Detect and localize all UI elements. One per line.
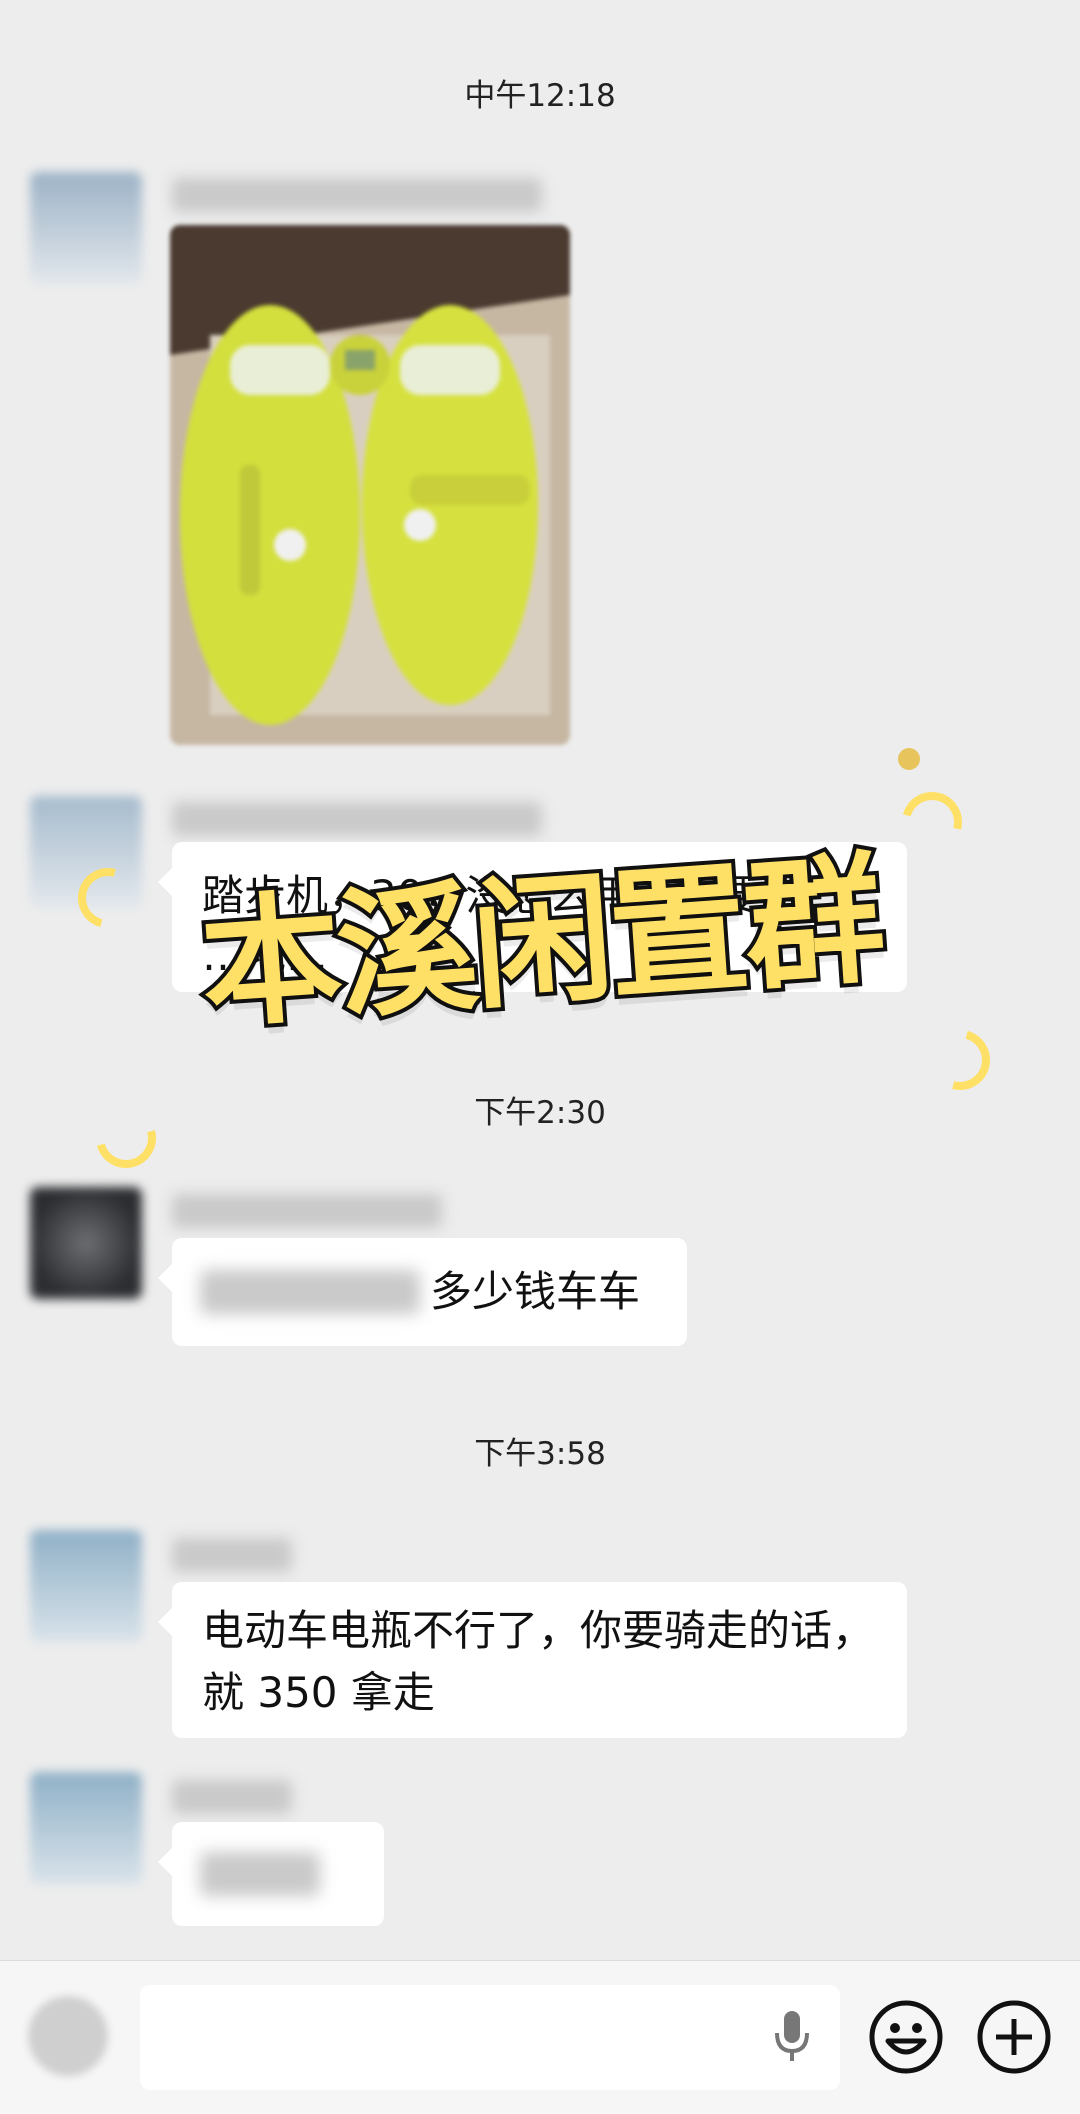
microphone-icon[interactable]: [772, 2009, 812, 2065]
voice-toggle-button[interactable]: [28, 1996, 108, 2076]
sender-name: [172, 1780, 292, 1814]
sender-name: [172, 1194, 442, 1228]
timestamp: 下午3:58: [474, 1436, 606, 1472]
message-text: 多少钱车车: [430, 1267, 641, 1316]
sender-name: [172, 802, 542, 836]
message-bubble[interactable]: [158, 1822, 384, 1926]
avatar[interactable]: [30, 1772, 142, 1884]
mention-tag[interactable]: [200, 1852, 320, 1896]
mention-tag[interactable]: [200, 1270, 420, 1314]
avatar[interactable]: [30, 1187, 142, 1299]
message-input[interactable]: [140, 1985, 840, 2090]
sender-name: [172, 1538, 292, 1572]
avatar[interactable]: [30, 1530, 142, 1642]
chat-input-bar: [0, 1960, 1080, 2114]
avatar[interactable]: [30, 172, 142, 284]
message-text: 电动车电瓶不行了，你要骑走的话，就 350 拿走: [202, 1606, 875, 1717]
message-bubble[interactable]: 电动车电瓶不行了，你要骑走的话，就 350 拿走: [158, 1582, 907, 1738]
stepper-machine-image: [170, 225, 570, 745]
message-bubble[interactable]: 多少钱车车: [158, 1238, 687, 1346]
plus-icon[interactable]: [976, 1999, 1052, 2075]
sender-name: [172, 178, 542, 212]
emoji-icon[interactable]: [868, 1999, 944, 2075]
timestamp: 下午2:30: [474, 1095, 606, 1131]
product-photo[interactable]: [170, 225, 570, 745]
timestamp: 中午12:18: [464, 78, 616, 114]
decoration-dot: [898, 748, 920, 770]
group-name-banner: 本溪闲置群: [192, 834, 890, 1052]
